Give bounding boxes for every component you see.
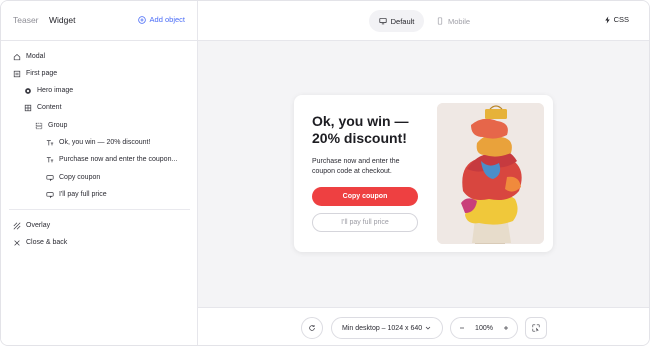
layer-label: Purchase now and enter the coupon...	[59, 156, 178, 163]
lightning-icon	[604, 15, 610, 24]
close-icon	[14, 239, 20, 246]
sidebar-header: Teaser Widget Add object	[1, 1, 198, 41]
zoom-control: 100%	[450, 317, 518, 339]
device-size-label: Min desktop – 1024 x 640	[342, 324, 423, 332]
monitor-icon	[379, 18, 387, 25]
layer-label: Close & back	[26, 239, 68, 246]
sidebar: Teaser Widget Add object Modal First pag…	[1, 1, 198, 345]
layer-item-hero-image[interactable]: Hero image	[24, 82, 73, 99]
editor-window: Teaser Widget Add object Modal First pag…	[0, 0, 650, 346]
layer-label: Ok, you win — 20% discount!	[59, 139, 151, 146]
copy-coupon-button[interactable]: Copy coupon	[312, 187, 418, 206]
zoom-level: 100%	[475, 324, 493, 332]
layer-item-full-price[interactable]: I'll pay full price	[46, 186, 107, 203]
layer-item-group[interactable]: Group	[35, 117, 67, 134]
mobile-view-label: Mobile	[448, 16, 471, 26]
button-icon	[46, 191, 54, 198]
layer-label: Group	[48, 122, 68, 129]
chevron-down-icon	[425, 326, 431, 330]
layer-item-copy-coupon[interactable]: Copy coupon	[46, 169, 100, 186]
add-object-button[interactable]: Add object	[137, 15, 185, 24]
layer-item-body-text[interactable]: Purchase now and enter the coupon...	[46, 151, 177, 168]
preview-canvas: Ok, you win — 20% discount! Purchase now…	[198, 41, 649, 307]
device-size-select[interactable]: Min desktop – 1024 x 640	[331, 317, 443, 339]
layer-label: I'll pay full price	[59, 191, 107, 198]
sidebar-divider	[9, 209, 190, 210]
canvas-controls: Min desktop – 1024 x 640 100%	[198, 307, 649, 345]
tab-widget[interactable]: Widget	[49, 15, 75, 25]
hatch-icon	[13, 222, 21, 229]
page-icon	[13, 70, 21, 77]
hero-image[interactable]	[437, 103, 544, 244]
plus-circle-icon	[137, 15, 146, 24]
layer-label: Copy coupon	[59, 174, 101, 181]
layer-item-content[interactable]: Content	[24, 99, 62, 116]
mobile-view-button[interactable]: Mobile	[436, 10, 470, 32]
add-object-label: Add object	[149, 15, 185, 24]
layer-item-close-back[interactable]: Close & back	[13, 234, 67, 251]
image-dot-icon	[25, 87, 31, 94]
css-label: CSS	[613, 15, 629, 24]
layer-item-overlay[interactable]: Overlay	[13, 217, 50, 234]
layer-label: Overlay	[26, 222, 51, 229]
fit-to-screen-button[interactable]	[525, 317, 547, 339]
minus-circle-icon[interactable]	[458, 324, 466, 332]
plus-icon[interactable]	[502, 324, 510, 332]
layer-label: Modal	[26, 53, 46, 60]
tab-teaser[interactable]: Teaser	[13, 15, 39, 25]
popup-body-text: Purchase now and enter the coupon code a…	[312, 158, 400, 175]
layer-item-modal[interactable]: Modal	[13, 48, 45, 65]
layer-item-title-text[interactable]: Ok, you win — 20% discount!	[46, 134, 150, 151]
phone-icon	[437, 17, 443, 25]
select-cursor-icon	[532, 324, 540, 332]
preview-toolbar: Default Mobile CSS	[198, 1, 649, 41]
button-icon	[46, 174, 54, 181]
rotate-icon	[309, 324, 315, 331]
layer-label: First page	[26, 70, 58, 77]
default-view-label: Default	[390, 16, 415, 26]
full-price-button[interactable]: I'll pay full price	[312, 213, 418, 232]
popup-modal[interactable]: Ok, you win — 20% discount! Purchase now…	[294, 95, 553, 252]
layer-item-first-page[interactable]: First page	[13, 65, 57, 82]
home-icon	[13, 53, 21, 60]
hero-image-illustration	[437, 103, 544, 244]
grid-icon	[24, 104, 32, 111]
text-icon	[46, 139, 54, 145]
layer-label: Content	[37, 104, 62, 111]
default-view-button[interactable]: Default	[369, 10, 424, 32]
css-button[interactable]: CSS	[604, 15, 629, 24]
layer-label: Hero image	[37, 87, 74, 94]
group-icon	[35, 122, 43, 129]
rotate-button[interactable]	[301, 317, 323, 339]
popup-title: Ok, you win — 20% discount!	[312, 113, 409, 146]
text-icon	[46, 156, 54, 162]
